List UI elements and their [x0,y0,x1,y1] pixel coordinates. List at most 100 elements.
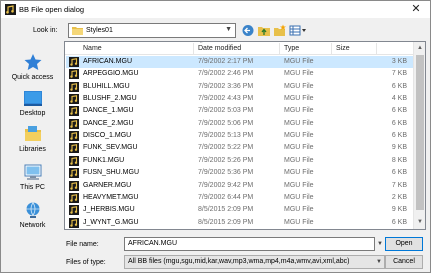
column-divider[interactable] [193,43,194,54]
file-size: 6 KB [391,82,407,90]
file-row[interactable]: DISCO_1.MGU 7/9/2002 5:13 PM MGU File 6 KB [66,130,413,142]
mgu-file-icon [69,118,79,129]
file-date: 7/9/2002 5:22 PM [198,144,254,152]
file-size: 3 KB [391,58,407,65]
scrollbar-thumb[interactable] [416,55,424,210]
file-name: J_WYNT_G.MGU [83,218,139,226]
column-header-date[interactable]: Date modified [198,45,241,52]
file-row[interactable]: DANCE_1.MGU 7/9/2002 5:03 PM MGU File 6 KB [66,105,413,117]
network-icon [26,202,40,218]
file-date: 8/5/2015 2:09 PM [198,206,254,214]
file-date: 8/5/2015 2:09 PM [198,218,254,226]
mgu-file-icon [69,57,79,67]
mgu-file-icon [69,155,79,166]
place-libraries[interactable]: Libraries [4,123,61,161]
file-row[interactable]: GARNER.MGU 7/9/2002 9:42 PM MGU File 7 KB [66,180,413,192]
file-row[interactable]: HEAVYMET.MGU 7/9/2002 6:44 PM MGU File 2 KB [66,192,413,204]
file-open-dialog: BB File open dialog ✕ Look in: Styles01 … [0,0,431,273]
file-name: ARPEGGIO.MGU [83,70,139,78]
file-name: AFRICAN.MGU [83,58,132,65]
file-name: DANCE_2.MGU [83,119,134,127]
file-type-select[interactable]: All BB files (mgu,sgu,mid,kar,wav,mp3,wm… [124,255,385,269]
place-network[interactable]: Network [4,199,61,237]
place-quick-access[interactable]: Quick access [4,51,61,89]
place-label: This PC [20,184,45,191]
file-name-input[interactable]: AFRICAN.MGU [124,237,375,251]
file-row[interactable]: FUSN_SHU.MGU 7/9/2002 5:36 PM MGU File 6 KB [66,167,413,179]
file-type: MGU File [284,193,314,201]
file-row[interactable]: AFRICAN.MGU 7/9/2002 2:17 PM MGU File 3 KB [66,56,413,68]
place-label: Quick access [11,74,54,81]
file-name: DISCO_1.MGU [83,132,132,140]
column-divider[interactable] [331,43,332,54]
scroll-up-arrow-icon[interactable]: ▲ [414,42,425,54]
file-name: J_HERBIS.MGU [83,206,135,214]
file-row[interactable]: ARPEGGIO.MGU 7/9/2002 2:46 PM MGU File 7 KB [66,68,413,80]
file-type: MGU File [284,144,314,152]
file-type: MGU File [284,82,314,90]
file-list[interactable]: ^ Name Date modified Type Size AFRICAN.M… [64,41,426,230]
file-date: 7/9/2002 5:36 PM [198,169,254,177]
file-row[interactable]: J_WYNT_G.MGU 8/5/2015 2:09 PM MGU File 6 KB [66,217,413,229]
column-divider[interactable] [279,43,280,54]
column-divider[interactable] [376,43,377,54]
open-button[interactable]: Open [385,237,423,251]
new-folder-icon[interactable] [273,24,287,37]
place-desktop[interactable]: Desktop [4,87,61,125]
file-row[interactable]: DANCE_2.MGU 7/9/2002 5:06 PM MGU File 6 KB [66,118,413,130]
place-this-pc[interactable]: This PC [4,161,61,199]
place-label: Desktop [19,110,46,117]
file-row[interactable]: BLUHILL.MGU 7/9/2002 3:36 PM MGU File 6 KB [66,81,413,93]
column-header-size[interactable]: Size [336,45,350,52]
place-label: Libraries [19,146,46,153]
mgu-file-icon [69,106,79,117]
back-arrow-icon[interactable] [241,24,255,37]
title-bar: BB File open dialog ✕ [1,1,430,18]
file-date: 7/9/2002 5:13 PM [198,132,254,140]
file-date: 7/9/2002 9:42 PM [198,181,254,189]
file-name: BLUSHF_2.MGU [83,95,137,103]
file-size: 8 KB [391,156,407,164]
vertical-scrollbar[interactable]: ▲ ▼ [413,42,425,229]
file-size: 7 KB [391,181,407,189]
file-type-label: Files of type: [66,259,106,266]
file-type: MGU File [284,107,314,115]
mgu-file-icon [69,81,79,92]
cancel-button[interactable]: Cancel [385,255,423,269]
star-icon [24,54,42,70]
file-size: 9 KB [391,144,407,152]
view-menu-icon[interactable] [289,24,307,37]
look-in-dropdown[interactable]: Styles01 ▼ [68,23,236,38]
file-size: 9 KB [391,206,407,214]
file-size: 6 KB [391,119,407,127]
file-date: 7/9/2002 5:03 PM [198,107,254,115]
file-type: MGU File [284,206,314,214]
file-row[interactable]: FUNK_SEV.MGU 7/9/2002 5:22 PM MGU File 9 KB [66,142,413,154]
chevron-down-icon: ▼ [225,26,232,33]
file-date: 7/9/2002 5:26 PM [198,156,254,164]
scroll-down-arrow-icon[interactable]: ▼ [414,216,425,228]
mgu-file-icon [69,168,79,179]
up-folder-icon[interactable] [257,24,271,37]
file-size: 6 KB [391,132,407,140]
chevron-down-icon[interactable]: ▼ [377,237,385,251]
file-date: 7/9/2002 6:44 PM [198,193,254,201]
file-row[interactable]: FUNK1.MGU 7/9/2002 5:26 PM MGU File 8 KB [66,155,413,167]
file-type: MGU File [284,169,314,177]
file-row[interactable]: BLUSHF_2.MGU 7/9/2002 4:43 PM MGU File 4 KB [66,93,413,105]
file-size: 7 KB [391,70,407,78]
look-in-value: Styles01 [86,27,113,34]
file-row[interactable]: J_HERBIS.MGU 8/5/2015 2:09 PM MGU File 9 KB [66,204,413,216]
file-name-label: File name: [66,241,99,248]
mgu-file-icon [69,69,79,80]
column-header-name[interactable]: Name [83,45,102,52]
places-bar: Quick access Desktop Libraries This PC N… [4,41,61,237]
close-button[interactable]: ✕ [402,1,430,18]
close-icon: ✕ [411,3,421,15]
file-size: 2 KB [391,193,407,201]
file-type: MGU File [284,156,314,164]
folder-icon [72,27,83,35]
file-type: MGU File [284,58,314,65]
file-name: BLUHILL.MGU [83,82,130,90]
column-header-type[interactable]: Type [284,45,299,52]
